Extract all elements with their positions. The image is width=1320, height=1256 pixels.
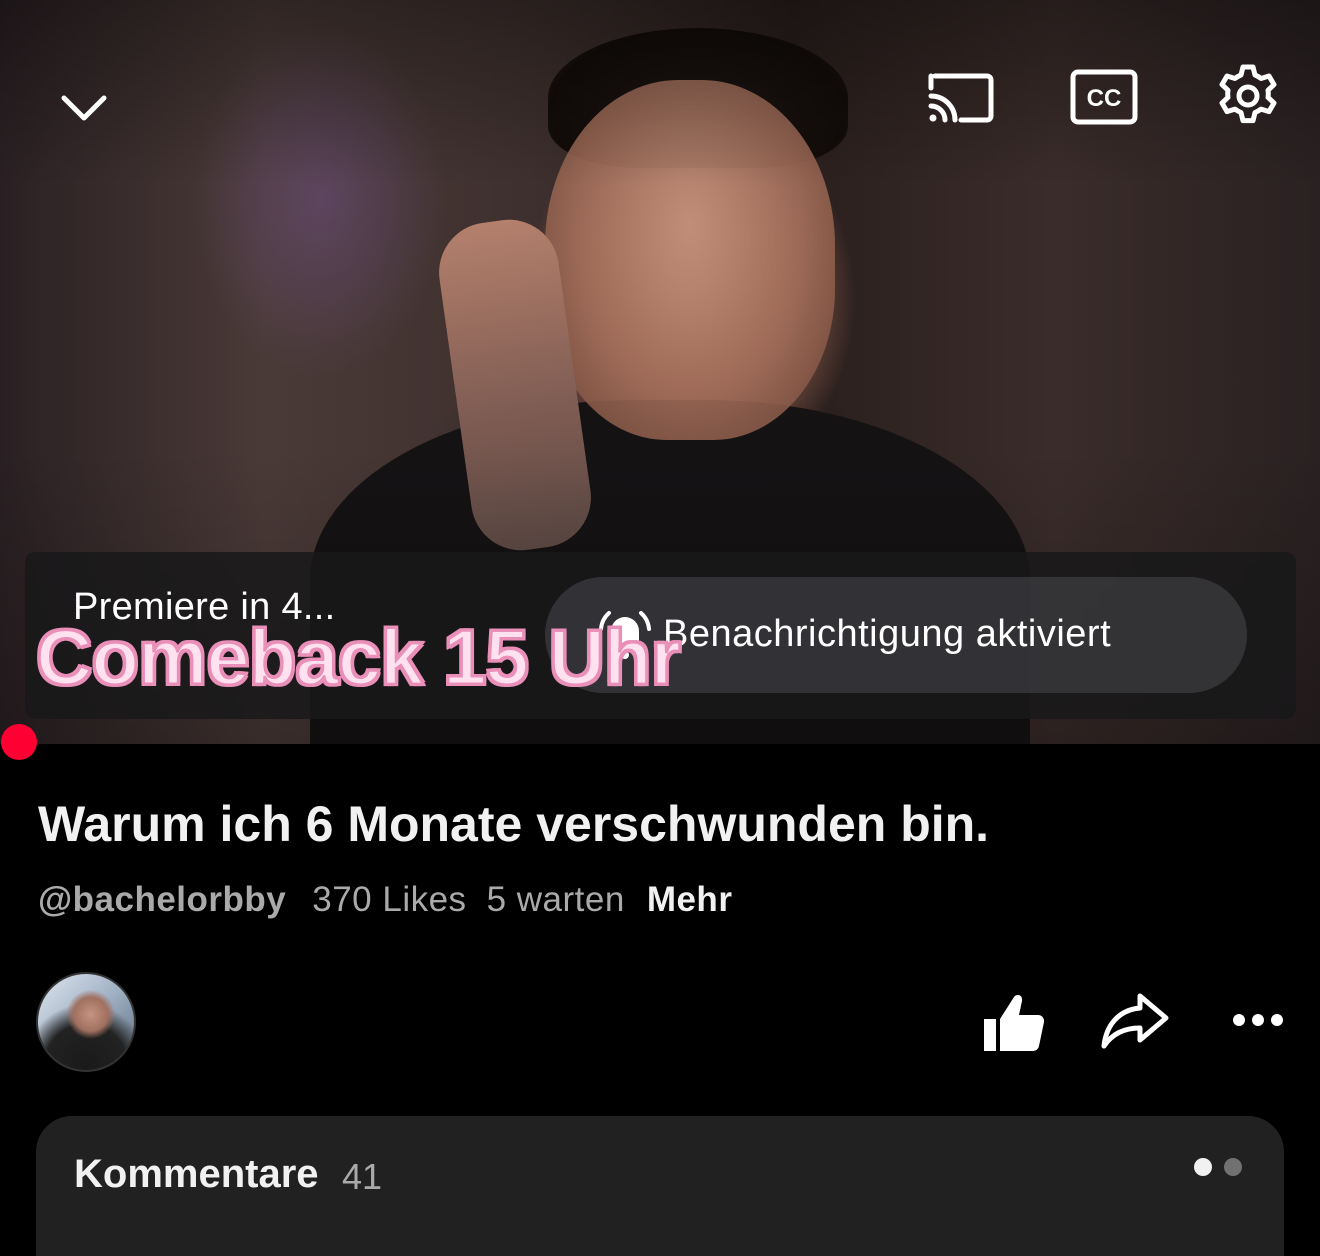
video-title: Warum ich 6 Monate verschwunden bin. — [38, 796, 990, 852]
notification-label: Benachrichtigung aktiviert — [663, 613, 1112, 655]
more-actions-button[interactable] — [1230, 1000, 1286, 1040]
thumbs-up-icon — [984, 994, 1045, 1052]
page-indicator-active — [1194, 1158, 1212, 1176]
collapse-button[interactable] — [50, 78, 118, 138]
comments-panel[interactable]: Kommentare 41 — [36, 1116, 1284, 1256]
closed-captions-icon: CC — [1070, 69, 1138, 125]
channel-avatar[interactable] — [36, 972, 136, 1072]
share-arrow-icon — [1101, 993, 1169, 1049]
video-meta: @bachelorbby 370 Likes 5 warten Mehr — [38, 880, 752, 920]
video-player[interactable]: CC Premiere in 4... Benachrichtigung akt… — [0, 0, 1320, 744]
more-horizontal-icon — [1233, 1014, 1283, 1026]
like-button[interactable] — [978, 990, 1048, 1056]
share-button[interactable] — [1098, 988, 1172, 1052]
settings-button[interactable] — [1210, 58, 1286, 134]
captions-button[interactable]: CC — [1064, 62, 1144, 132]
story-text-overlay: Comeback 15 Uhr — [35, 612, 683, 703]
cast-button[interactable] — [920, 62, 1000, 132]
comments-title: Kommentare — [74, 1152, 319, 1196]
progress-scrubber[interactable] — [1, 724, 37, 760]
cast-icon — [928, 73, 994, 123]
chevron-down-icon — [61, 95, 107, 121]
more-link[interactable]: Mehr — [647, 880, 733, 919]
waiting-count: 5 warten — [486, 880, 625, 919]
svg-text:CC: CC — [1087, 85, 1122, 112]
channel-handle[interactable]: @bachelorbby — [38, 880, 286, 919]
likes-count: 370 Likes — [312, 880, 467, 919]
page-indicator-inactive — [1224, 1158, 1242, 1176]
gear-icon — [1219, 64, 1277, 124]
comments-count: 41 — [342, 1156, 383, 1197]
